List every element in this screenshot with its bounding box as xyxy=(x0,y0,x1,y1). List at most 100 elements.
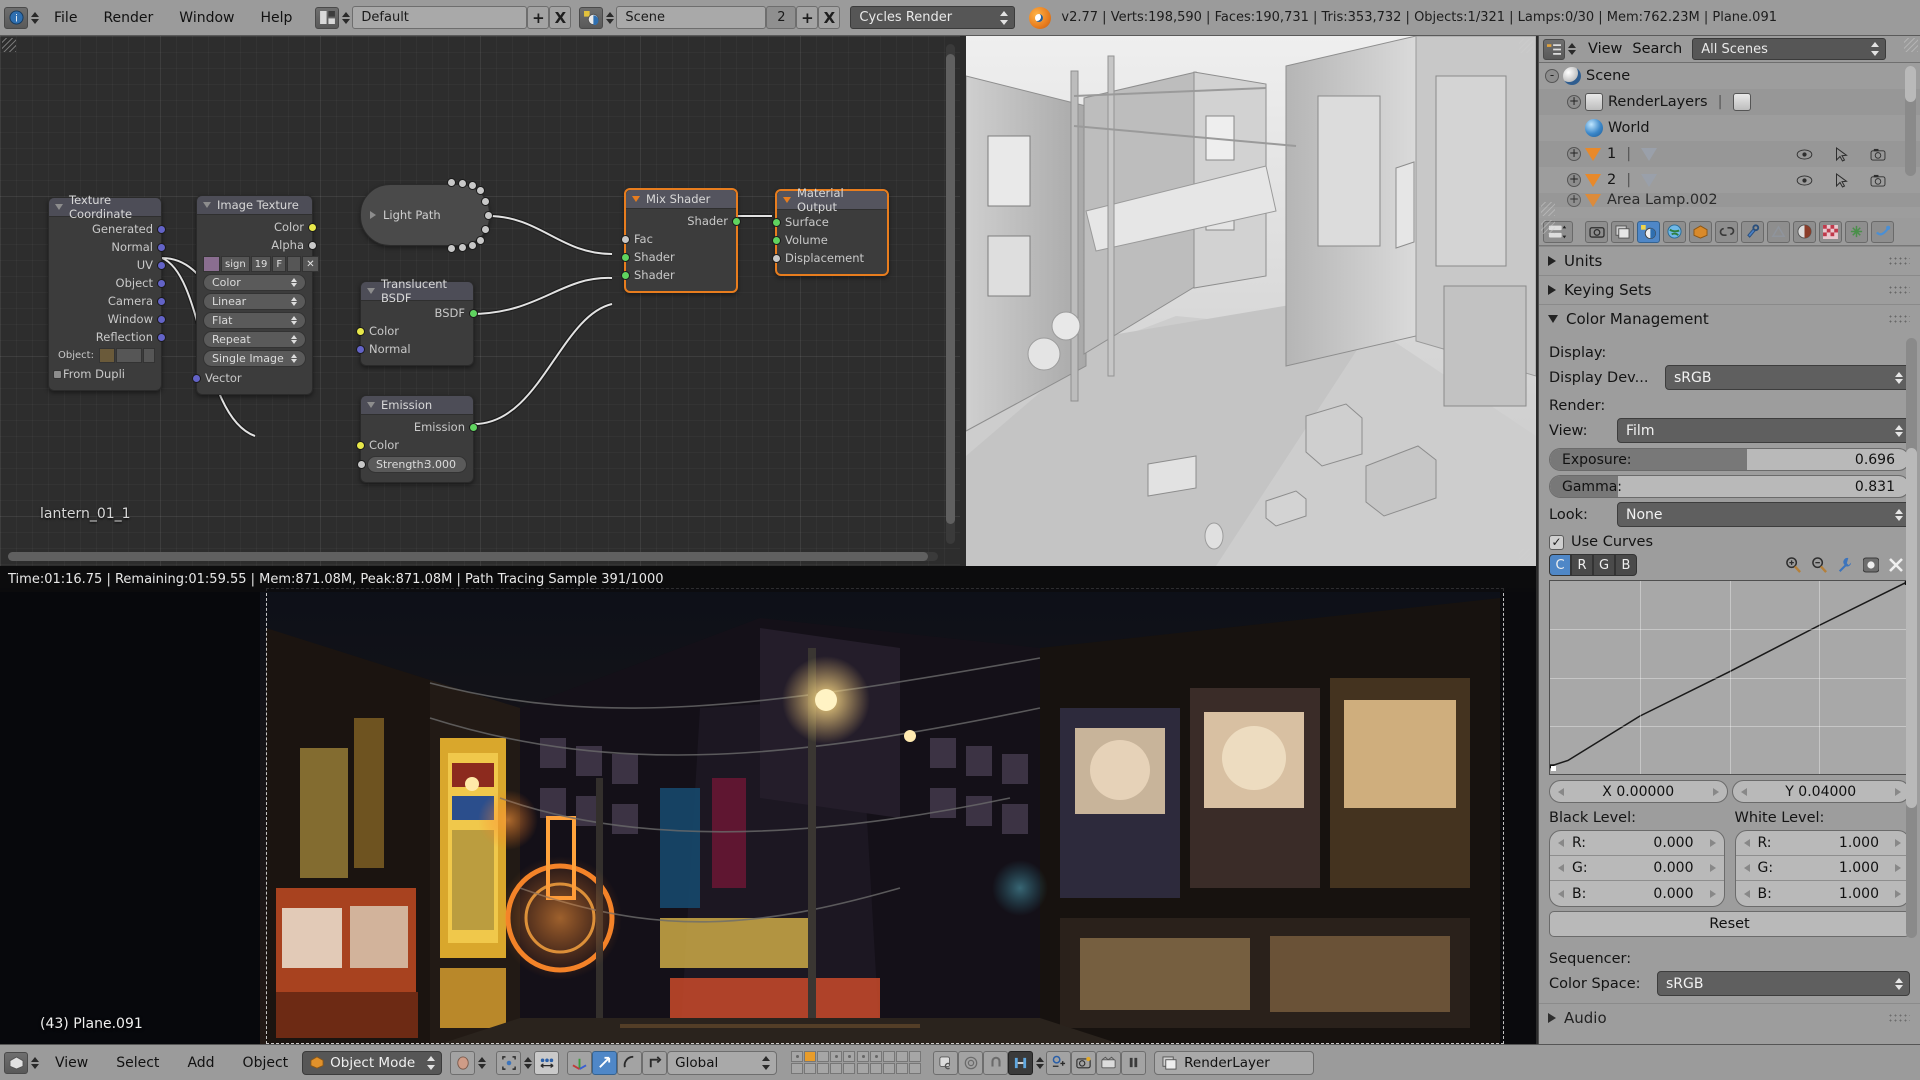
outliner-editor[interactable]: View Search All Scenes - Scene + RenderL… xyxy=(1538,36,1920,218)
socket-icon[interactable] xyxy=(468,241,477,250)
delete-point-icon[interactable] xyxy=(1888,557,1904,573)
sequencer-color-space-select[interactable]: sRGB xyxy=(1657,971,1910,996)
extension-select[interactable]: Repeat xyxy=(203,331,306,348)
outliner-item-area-lamp[interactable]: + Area Lamp.002 xyxy=(1539,193,1920,207)
properties-tab-bar[interactable] xyxy=(1539,218,1920,246)
screen-layout-icon[interactable] xyxy=(315,6,340,29)
cursor-arrow-icon[interactable] xyxy=(1835,172,1848,188)
node-output-row[interactable]: Color xyxy=(197,218,317,236)
render-engine-select[interactable]: Cycles Render xyxy=(850,6,1016,29)
panel-grip-icon[interactable] xyxy=(1888,256,1910,266)
node-output-row[interactable]: Camera xyxy=(49,292,166,310)
decrement-arrow-icon[interactable] xyxy=(1740,787,1747,796)
socket-icon[interactable] xyxy=(308,240,317,250)
layer-cell[interactable] xyxy=(896,1051,909,1062)
node-image-texture[interactable]: Image Texture Color Alpha sign 19 F ✕ Co… xyxy=(192,195,319,395)
object-value-field[interactable] xyxy=(115,348,142,363)
delete-screen-layout-button[interactable]: X xyxy=(549,6,572,29)
socket-icon[interactable] xyxy=(157,278,166,288)
menu-render[interactable]: Render xyxy=(90,0,166,36)
editor-type-chevrons[interactable] xyxy=(28,6,41,29)
manipulator-mode-icon[interactable] xyxy=(642,1050,668,1075)
exposure-slider[interactable]: Exposure: 0.696 xyxy=(1549,448,1910,471)
eye-icon[interactable] xyxy=(1796,148,1813,160)
panel-color-management[interactable]: Color Management xyxy=(1539,304,1920,333)
node-input-row[interactable]: Displacement xyxy=(772,249,887,267)
proportional-edit-icon[interactable] xyxy=(958,1050,984,1075)
node-header[interactable]: Material Output xyxy=(777,186,887,214)
node-input-row[interactable]: Color xyxy=(356,322,473,340)
node-header[interactable]: Mix Shader xyxy=(626,190,736,209)
white-level-g[interactable]: G: 1.000 xyxy=(1735,856,1909,881)
curve-reset-button[interactable]: Reset xyxy=(1549,911,1910,937)
collapse-toggle[interactable]: + xyxy=(1567,193,1581,207)
clipping-toggle-icon[interactable] xyxy=(1863,557,1879,573)
socket-icon[interactable] xyxy=(484,211,493,220)
snap-magnet-icon[interactable] xyxy=(983,1050,1009,1075)
area-corner-handle[interactable] xyxy=(1541,220,1555,234)
collapse-triangle-icon[interactable] xyxy=(783,197,791,203)
socket-icon[interactable] xyxy=(476,186,485,195)
viewport-menu-object[interactable]: Object xyxy=(229,1055,303,1071)
node-output-row[interactable]: BSDF xyxy=(361,304,478,322)
decrement-arrow-icon[interactable] xyxy=(1558,787,1564,796)
layer-cell[interactable] xyxy=(909,1063,922,1074)
pause-render-icon[interactable] xyxy=(1121,1050,1147,1075)
menu-help[interactable]: Help xyxy=(247,0,305,36)
outliner-menu-search[interactable]: Search xyxy=(1632,41,1682,57)
active-render-layer-field[interactable]: RenderLayer xyxy=(1154,1050,1315,1075)
scale-manipulator-icon[interactable] xyxy=(617,1050,643,1075)
image-browse-icon[interactable] xyxy=(203,256,220,272)
layer-cell[interactable] xyxy=(817,1063,830,1074)
viewport-type-chevrons[interactable] xyxy=(28,1051,41,1074)
curve-channel-c[interactable]: C xyxy=(1549,554,1571,576)
image-name-field[interactable]: sign xyxy=(221,256,250,272)
source-select[interactable]: Single Image xyxy=(203,350,306,367)
layer-cell[interactable] xyxy=(857,1063,870,1074)
decrement-arrow-icon[interactable] xyxy=(1558,889,1564,898)
tab-world[interactable] xyxy=(1663,220,1686,243)
collapse-triangle-icon[interactable] xyxy=(367,288,375,294)
node-output-row[interactable]: Generated xyxy=(49,220,166,238)
node-texture-coordinate[interactable]: Texture Coordinate Generated Normal UV O… xyxy=(48,193,166,391)
socket-icon[interactable] xyxy=(157,242,166,252)
socket-icon[interactable] xyxy=(356,344,365,354)
node-output-row[interactable]: Reflection xyxy=(49,328,166,346)
outliner-editor-type-icon[interactable] xyxy=(1543,38,1565,60)
outliner-restrict-toggles[interactable] xyxy=(1796,146,1886,162)
node-emission[interactable]: Emission Emission Color Strength: 3.000 xyxy=(356,395,478,483)
decrement-arrow-icon[interactable] xyxy=(1558,864,1564,872)
layer-group-2[interactable] xyxy=(857,1051,922,1074)
wrench-icon[interactable] xyxy=(1837,557,1854,573)
outliner-item-object-2[interactable]: + 2 | xyxy=(1539,167,1920,193)
lock-layers-icon[interactable] xyxy=(933,1050,959,1075)
increment-arrow-icon[interactable] xyxy=(1709,839,1716,847)
node-header[interactable]: Translucent BSDF xyxy=(361,277,473,305)
node-input-row[interactable]: Color xyxy=(356,436,473,454)
layer-cell[interactable] xyxy=(870,1051,883,1062)
editor-type-info-icon[interactable]: i xyxy=(4,6,28,29)
layer-cell[interactable] xyxy=(791,1063,804,1074)
mesh-data-icon[interactable] xyxy=(1641,173,1658,187)
rotate-manipulator-icon[interactable] xyxy=(592,1050,618,1075)
node-output-row[interactable]: Shader xyxy=(626,212,741,230)
area-corner-handle[interactable] xyxy=(1904,38,1918,52)
curve-toolbar[interactable]: C R G B xyxy=(1549,554,1910,576)
socket-icon[interactable] xyxy=(357,460,366,469)
viewport-menu-view[interactable]: View xyxy=(41,1055,102,1071)
translate-manipulator-icon[interactable] xyxy=(567,1050,593,1075)
panel-grip-icon[interactable] xyxy=(1888,285,1910,295)
use-curves-checkbox[interactable]: ✓ xyxy=(1549,534,1564,550)
tab-render[interactable] xyxy=(1585,220,1608,243)
layer-group-1[interactable] xyxy=(791,1051,856,1074)
delete-scene-button[interactable]: X xyxy=(818,6,841,29)
black-level-g[interactable]: G: 0.000 xyxy=(1550,856,1724,881)
node-input-row[interactable]: Volume xyxy=(772,231,887,249)
increment-arrow-icon[interactable] xyxy=(1895,864,1901,872)
viewport-editor-type-icon[interactable] xyxy=(4,1051,28,1074)
projection-select[interactable]: Flat xyxy=(203,312,306,329)
white-level-r[interactable]: R: 1.000 xyxy=(1735,831,1909,856)
node-editor-hscrollbar[interactable] xyxy=(8,552,938,561)
pivot-chevrons[interactable] xyxy=(521,1051,534,1074)
socket-icon[interactable] xyxy=(732,216,741,226)
